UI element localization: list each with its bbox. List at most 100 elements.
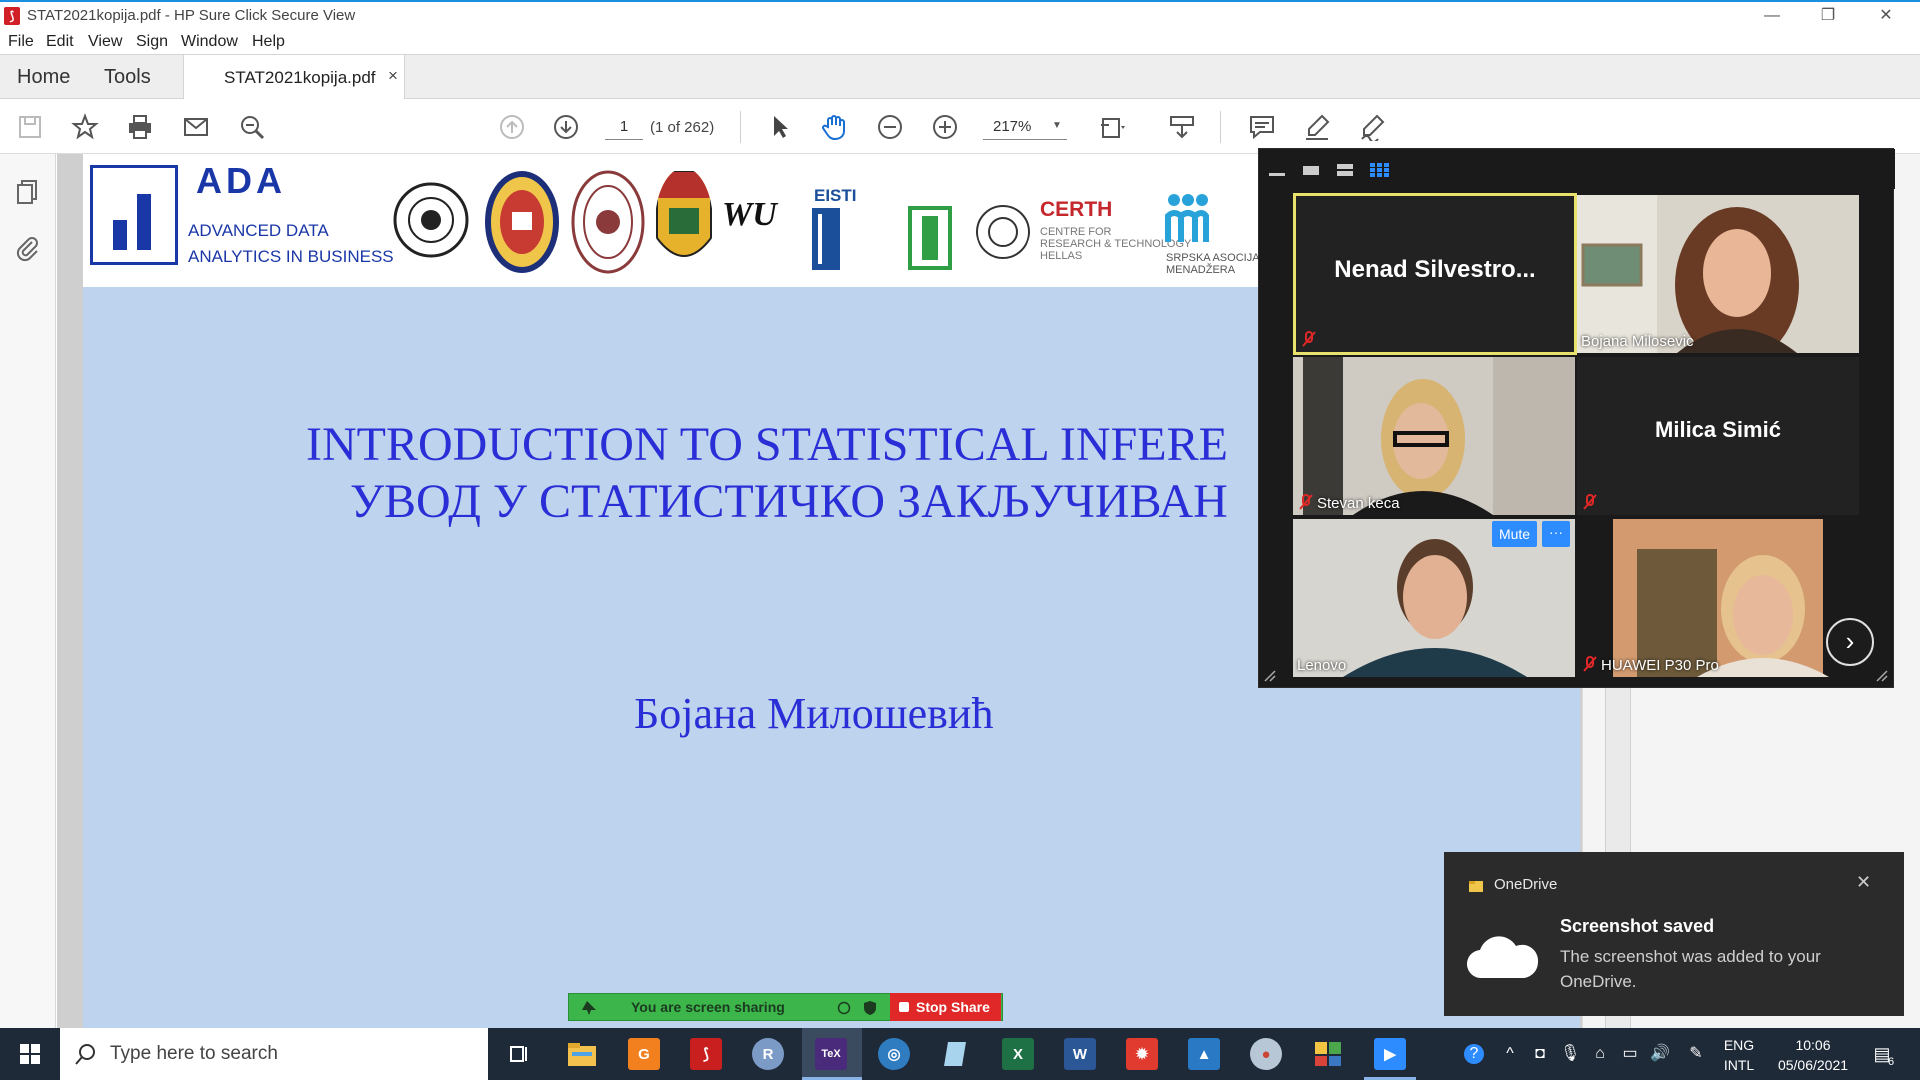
tab-tools[interactable]: Tools	[104, 66, 151, 89]
texstudio-icon[interactable]: TeX	[815, 1038, 847, 1070]
paint-icon[interactable]: ●	[1250, 1038, 1282, 1070]
file-explorer-icon[interactable]	[566, 1038, 598, 1070]
menu-view[interactable]: View	[88, 33, 122, 51]
page-number-input[interactable]: 1	[605, 114, 643, 140]
windows-start-icon[interactable]	[0, 1028, 60, 1080]
comment-icon[interactable]	[1246, 111, 1278, 143]
menu-edit[interactable]: Edit	[46, 33, 74, 51]
r-language-icon[interactable]: R	[752, 1038, 784, 1070]
hand-tool-icon[interactable]	[818, 111, 850, 143]
strip-view-icon[interactable]	[1335, 163, 1355, 177]
pdf-app-icon: ⟆	[4, 7, 20, 25]
toast-close-button[interactable]: ✕	[1856, 872, 1871, 893]
save-icon[interactable]	[14, 111, 46, 143]
roma-university-logo	[908, 206, 952, 270]
pages-icon[interactable]	[14, 178, 42, 206]
cloud-icon	[1466, 936, 1539, 979]
resize-handle-icon[interactable]	[1263, 669, 1277, 683]
document-tab-label: STAT2021kopija.pdf	[224, 68, 376, 87]
help-icon[interactable]: ?	[1464, 1044, 1484, 1064]
input-language[interactable]: ENG INTL	[1718, 1035, 1760, 1075]
acrobat-icon[interactable]: ⟆	[690, 1038, 722, 1070]
zoom-in-icon[interactable]	[929, 111, 961, 143]
maximize-button[interactable]: ❐	[1800, 4, 1856, 28]
more-options-button[interactable]: ···	[1542, 521, 1570, 547]
gallery-app-icon[interactable]	[1312, 1038, 1344, 1070]
participant-video	[1577, 519, 1859, 677]
system-clock[interactable]: 10:06 05/06/2021	[1766, 1035, 1860, 1075]
battery-icon[interactable]: ▭	[1620, 1044, 1640, 1064]
print-icon[interactable]	[124, 111, 156, 143]
menu-bar: File Edit View Sign Window Help	[0, 29, 1920, 54]
zoom-view-toolbar	[1259, 149, 1895, 189]
minimize-button[interactable]: —	[1744, 4, 1800, 28]
sign-icon[interactable]	[1357, 111, 1389, 143]
participant-tile-bojana[interactable]: Bojana Milosevic	[1577, 195, 1859, 353]
left-navigation-rail	[0, 154, 56, 1028]
microphone-icon[interactable]: 🎙	[1560, 1044, 1580, 1064]
chevron-up-icon[interactable]: ^	[1500, 1044, 1520, 1064]
camera-icon[interactable]: ◘	[1530, 1044, 1550, 1064]
screen-sharing-status: You are screen sharing	[631, 999, 785, 1015]
onedrive-notification[interactable]: OneDrive ✕ Screenshot saved The screensh…	[1444, 852, 1904, 1016]
participant-label: HUAWEI P30 Pro	[1601, 657, 1719, 674]
mail-icon[interactable]	[180, 111, 212, 143]
notification-count: 6	[1888, 1056, 1895, 1068]
mic-muted-icon	[1583, 656, 1597, 672]
zoom-out-icon[interactable]	[874, 111, 906, 143]
page-down-icon[interactable]	[550, 111, 582, 143]
volume-icon[interactable]: 🔊	[1650, 1044, 1670, 1064]
highlight-pen-icon[interactable]	[1301, 111, 1333, 143]
menu-file[interactable]: File	[8, 33, 34, 51]
page-up-icon[interactable]	[496, 111, 528, 143]
stop-share-button[interactable]: Stop Share	[890, 993, 1001, 1021]
zoom-gallery-window: Nenad Silvestro... Bojana Milosevic Stev…	[1258, 148, 1895, 688]
participant-tile-huawei[interactable]: HUAWEI P30 Pro	[1577, 519, 1859, 677]
toolbar-divider	[740, 111, 741, 143]
participant-tile-stevan[interactable]: Stevan keca	[1293, 357, 1575, 515]
excel-icon[interactable]: X	[1002, 1038, 1034, 1070]
task-view-icon[interactable]	[508, 1042, 532, 1066]
photos-icon[interactable]: ▲	[1188, 1038, 1220, 1070]
chevron-down-icon[interactable]: ▼	[1052, 120, 1062, 131]
pdf-tool-icon[interactable]: G	[628, 1038, 660, 1070]
select-cursor-icon[interactable]	[764, 111, 796, 143]
close-tab-button[interactable]: ×	[388, 66, 398, 86]
browser-icon[interactable]: ◎	[878, 1038, 910, 1070]
menu-help[interactable]: Help	[252, 33, 285, 51]
word-icon[interactable]: W	[1064, 1038, 1096, 1070]
close-window-button[interactable]: ✕	[1858, 4, 1914, 28]
pin-icon[interactable]	[581, 1000, 597, 1016]
participant-label: Lenovo	[1297, 657, 1347, 674]
gallery-view-icon[interactable]	[1369, 163, 1389, 177]
fit-page-icon[interactable]	[1097, 111, 1129, 143]
tab-home[interactable]: Home	[17, 66, 70, 89]
participant-tile-milica[interactable]: Milica Simić	[1577, 357, 1859, 515]
zoom-app-icon[interactable]: ▶	[1374, 1038, 1406, 1070]
pen-icon[interactable]: ✎	[1686, 1044, 1706, 1064]
menu-sign[interactable]: Sign	[136, 33, 168, 51]
resize-handle-icon[interactable]	[1875, 669, 1889, 683]
taskbar: Type here to search G ⟆ R TeX ◎ X W ✹ ▲ …	[0, 1028, 1920, 1080]
speaker-view-icon[interactable]	[1301, 163, 1321, 177]
ada-subtitle-line1: ADVANCED DATA	[188, 221, 329, 240]
toast-title: Screenshot saved	[1560, 916, 1715, 936]
mute-participant-button[interactable]: Mute	[1492, 521, 1537, 547]
star-icon[interactable]	[69, 111, 101, 143]
network-icon[interactable]: ⌂	[1590, 1044, 1610, 1064]
menu-window[interactable]: Window	[181, 33, 238, 51]
slide-author: Бојана Милошевић	[634, 689, 994, 738]
participant-tile-nenad[interactable]: Nenad Silvestro...	[1293, 193, 1577, 355]
taskbar-search-box[interactable]: Type here to search	[60, 1028, 488, 1080]
search-zoom-icon[interactable]	[236, 111, 268, 143]
mic-muted-icon	[1299, 494, 1313, 510]
scroll-mode-icon[interactable]	[1166, 111, 1198, 143]
notes-icon[interactable]	[940, 1038, 972, 1070]
tab-document[interactable]: STAT2021kopija.pdf ×	[183, 55, 405, 100]
minimize-video-icon[interactable]	[1267, 163, 1287, 177]
novi-sad-university-seal	[393, 182, 469, 258]
settings-gear-app-icon[interactable]: ✹	[1126, 1038, 1158, 1070]
next-page-button[interactable]: ›	[1826, 618, 1874, 666]
attachment-icon[interactable]	[14, 234, 42, 262]
wu-logo: WU	[722, 196, 777, 233]
